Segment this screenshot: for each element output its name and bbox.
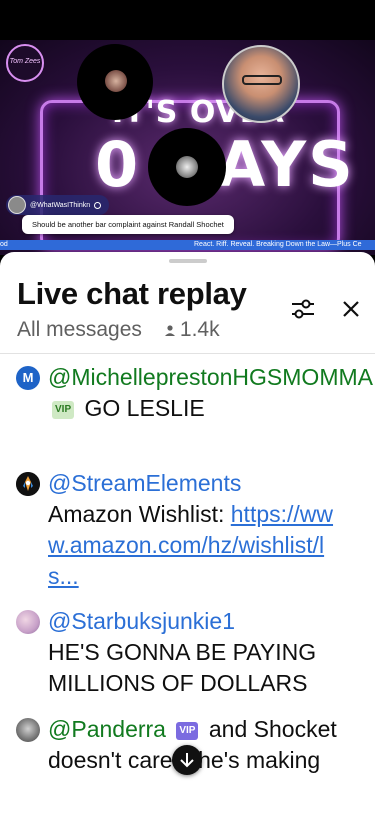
avatar[interactable] <box>16 472 40 496</box>
channel-logo: Tom Zees <box>6 44 44 82</box>
panel-title: Live chat replay <box>17 276 247 311</box>
chat-author[interactable]: @StreamElements <box>48 470 241 496</box>
chat-message[interactable]: @StreamElements Amazon Wishlist: https:/… <box>16 468 361 598</box>
overlay-avatar <box>8 196 26 214</box>
avatar[interactable] <box>16 610 40 634</box>
header-divider <box>0 353 375 354</box>
drag-handle[interactable] <box>169 259 207 263</box>
chat-filter-row[interactable]: All messages 1.4k <box>17 318 220 342</box>
chat-author[interactable]: @MichelleprestonHGSMOMMA <box>48 364 372 390</box>
guest-cam-center <box>148 128 226 206</box>
overlay-username: @WhatWasIThinkn <box>30 201 91 209</box>
avatar[interactable]: M <box>16 366 40 390</box>
news-ticker: od React. Riff. Reveal. Breaking Down th… <box>0 240 375 250</box>
verified-check-icon <box>94 201 102 209</box>
chat-message-list[interactable]: M @MichelleprestonHGSMOMMA VIP GO LESLIE… <box>0 362 375 782</box>
person-icon <box>164 323 176 337</box>
tune-icon[interactable] <box>289 296 317 322</box>
ticker-right-text: React. Riff. Reveal. Breaking Down the L… <box>194 241 362 248</box>
chat-message-body: @Starbuksjunkie1 HE'S GONNA BE PAYING MI… <box>48 606 348 699</box>
overlay-user-pill: @WhatWasIThinkn <box>6 195 110 215</box>
chat-message-body: @MichelleprestonHGSMOMMA VIP GO LESLIE <box>48 362 372 424</box>
chat-text: GO LESLIE <box>84 395 205 421</box>
video-player[interactable]: IT'S OVER 0 DAYS Tom Zees @WhatWasIThink… <box>0 0 375 255</box>
viewer-count: 1.4k <box>179 318 220 341</box>
live-chat-panel: Live chat replay All messages 1.4k M @Mi… <box>0 252 375 840</box>
glasses-shape <box>242 75 282 85</box>
vip-badge: VIP <box>52 401 75 419</box>
host-webcam <box>222 45 300 123</box>
chat-message-body: @StreamElements Amazon Wishlist: https:/… <box>48 468 348 592</box>
guest-cam-left <box>77 44 153 120</box>
arrow-down-icon[interactable] <box>172 745 202 775</box>
vip-badge: VIP <box>176 722 199 740</box>
chat-text: Amazon Wishlist: <box>48 501 231 527</box>
avatar[interactable] <box>16 718 40 742</box>
ticker-left-text: od <box>0 241 8 248</box>
chat-text: HE'S GONNA BE PAYING MILLIONS OF DOLLARS <box>48 639 317 696</box>
chat-author[interactable]: @Panderra <box>48 716 166 742</box>
chat-filter-label[interactable]: All messages <box>17 318 142 342</box>
chat-message[interactable]: M @MichelleprestonHGSMOMMA VIP GO LESLIE <box>16 362 372 458</box>
panel-bottom <box>0 782 375 840</box>
close-icon[interactable] <box>338 296 364 322</box>
chat-message[interactable]: @Starbuksjunkie1 HE'S GONNA BE PAYING MI… <box>16 606 361 706</box>
overlay-message: Should be another bar complaint against … <box>22 215 234 234</box>
chat-author[interactable]: @Starbuksjunkie1 <box>48 608 235 634</box>
